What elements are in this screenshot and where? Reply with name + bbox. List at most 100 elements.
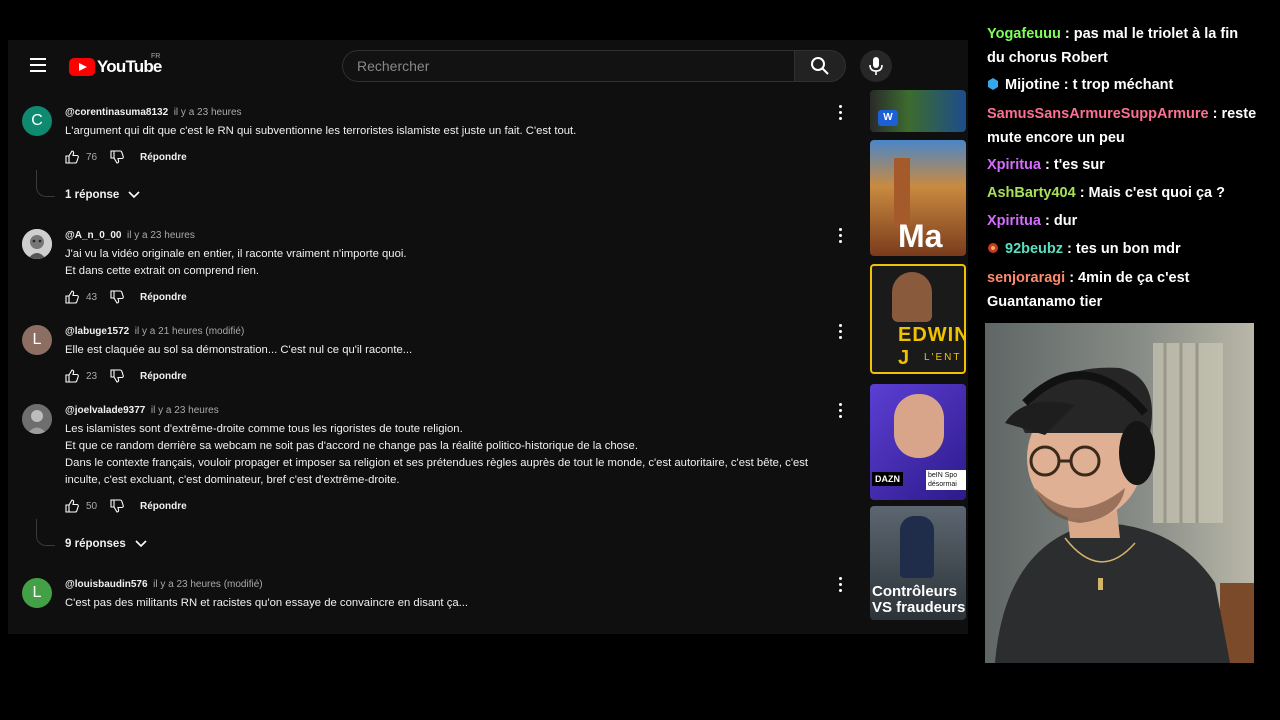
chat-username[interactable]: SamusSansArmureSuppArmure — [987, 106, 1209, 122]
thread-line — [36, 170, 55, 197]
comment-author[interactable]: @joelvalade9377 — [65, 405, 145, 416]
comment-author[interactable]: @louisbaudin576 — [65, 579, 148, 590]
youtube-window: YouTube FR C @corentinasuma8132 — [8, 40, 968, 634]
chat-username[interactable]: Xpiritua — [987, 213, 1041, 229]
comment-author[interactable]: @corentinasuma8132 — [65, 107, 168, 118]
chat-text: : t trop méchant — [1059, 77, 1174, 93]
chat-username[interactable]: Yogafeuuu — [987, 26, 1061, 42]
reply-button[interactable]: Répondre — [140, 501, 187, 512]
avatar[interactable]: L — [22, 325, 52, 355]
comments-section: C @corentinasuma8132 il y a 23 heures L'… — [8, 92, 858, 634]
thumbs-down-icon[interactable] — [110, 150, 124, 164]
verified-badge-icon — [988, 78, 998, 90]
video-thumbnail[interactable]: DAZN beIN Spo désormai — [870, 384, 966, 500]
thumbnail-title: Ma — [898, 218, 943, 254]
thumbnail-title: Contrôleurs VS fraudeurs — [872, 584, 965, 616]
thumbs-up-icon[interactable] — [65, 150, 79, 164]
chat-text: : tes un bon mdr — [1063, 241, 1181, 257]
avatar[interactable]: C — [22, 106, 52, 136]
comment-text: Les islamistes sont d'extrême-droite com… — [65, 421, 845, 489]
thumbnail-subtitle: désormai — [928, 481, 957, 488]
player-figure — [892, 272, 932, 322]
more-options-icon[interactable] — [834, 228, 846, 244]
chat-message: 92beubz : tes un bon mdr — [987, 237, 1257, 261]
comment-time[interactable]: il y a 23 heures — [127, 230, 195, 241]
comment-header: @A_n_0_00 il y a 23 heures — [65, 230, 195, 241]
logo-country: FR — [151, 53, 161, 60]
comment-text: L'argument qui dit que c'est le RN qui s… — [65, 123, 845, 140]
comment-actions: 76 Répondre — [65, 149, 187, 165]
dazn-badge: DAZN — [872, 472, 903, 486]
comment-time[interactable]: il y a 23 heures (modifié) — [153, 579, 263, 590]
chat-username[interactable]: 92beubz — [1005, 241, 1063, 257]
thumbs-down-icon[interactable] — [110, 290, 124, 304]
replies-toggle[interactable]: 9 réponses — [65, 538, 148, 550]
thumbs-down-icon[interactable] — [110, 369, 124, 383]
chat-message: SamusSansArmureSuppArmure : reste mute e… — [987, 102, 1257, 150]
chat-message: Mijotine : t trop méchant — [987, 73, 1257, 97]
chat-username[interactable]: Xpiritua — [987, 157, 1041, 173]
more-options-icon[interactable] — [834, 403, 846, 419]
like-count: 50 — [86, 500, 98, 512]
more-options-icon[interactable] — [834, 324, 846, 340]
more-options-icon[interactable] — [834, 577, 846, 593]
comment-header: @louisbaudin576 il y a 23 heures (modifi… — [65, 579, 263, 590]
more-options-icon[interactable] — [834, 105, 846, 121]
chevron-down-icon — [135, 540, 147, 548]
comment-header: @corentinasuma8132 il y a 23 heures — [65, 107, 242, 118]
replies-toggle[interactable]: 1 réponse — [65, 189, 141, 201]
chat-text: : Mais c'est quoi ça ? — [1075, 185, 1225, 201]
thumbs-down-icon[interactable] — [110, 499, 124, 513]
thumbs-up-icon[interactable] — [65, 499, 79, 513]
chat-username[interactable]: AshBarty404 — [987, 185, 1076, 201]
thumbnail-title-line: Contrôleurs — [872, 583, 958, 600]
comment-line: Les islamistes sont d'extrême-droite com… — [65, 423, 463, 435]
video-thumbnail[interactable]: EDWIN J L'ENT — [870, 264, 966, 374]
chat-username[interactable]: Mijotine — [1005, 77, 1060, 93]
comment-header: @joelvalade9377 il y a 23 heures — [65, 405, 219, 416]
comment-line: Et dans cette extrait on comprend rien. — [65, 265, 260, 277]
video-thumbnail[interactable]: Ma — [870, 140, 966, 256]
avatar[interactable] — [22, 404, 52, 434]
avatar-photo-icon — [22, 404, 52, 434]
chevron-down-icon — [128, 191, 140, 199]
search-icon — [811, 57, 829, 75]
menu-icon[interactable] — [30, 58, 46, 72]
comment-actions: 43 Répondre — [65, 289, 187, 305]
comment-text: C'est pas des militants RN et racistes q… — [65, 595, 845, 612]
chat-text: : t'es sur — [1040, 157, 1105, 173]
comment-author[interactable]: @labuge1572 — [65, 326, 129, 337]
youtube-play-icon — [69, 58, 95, 76]
comment-line: C'est pas des militants RN et racistes q… — [65, 597, 469, 609]
comment-actions: 23 Répondre — [65, 368, 187, 384]
search-button[interactable] — [794, 50, 846, 82]
search-input[interactable] — [343, 51, 791, 81]
search-box — [342, 50, 794, 82]
chat-message: senjoraragi : 4min de ça c'est Guantanam… — [987, 266, 1257, 314]
reply-button[interactable]: Répondre — [140, 292, 187, 303]
comment-text: Elle est claquée au sol sa démonstration… — [65, 342, 845, 359]
thumbs-up-icon[interactable] — [65, 290, 79, 304]
comment-time[interactable]: il y a 23 heures — [151, 405, 219, 416]
comment-line: Et que ce random derrière sa webcam ne s… — [65, 440, 638, 452]
comment-time[interactable]: il y a 21 heures (modifié) — [135, 326, 245, 337]
chat-message: Xpiritua : dur — [987, 209, 1257, 233]
comment-time[interactable]: il y a 23 heures — [174, 107, 242, 118]
comment-author[interactable]: @A_n_0_00 — [65, 230, 121, 241]
like-count: 76 — [86, 151, 98, 163]
youtube-logo[interactable]: YouTube FR — [69, 53, 162, 77]
thumbnail-title: beIN Spo — [928, 472, 958, 479]
video-thumbnail[interactable]: Contrôleurs VS fraudeurs — [870, 506, 966, 620]
reply-button[interactable]: Répondre — [140, 371, 187, 382]
comment-line: Dans le contexte français, vouloir propa… — [65, 457, 809, 469]
video-thumbnail[interactable]: W — [870, 90, 966, 132]
comment-line: Elle est claquée au sol sa démonstration… — [65, 344, 413, 356]
avatar[interactable]: L — [22, 578, 52, 608]
thumbnail-title-line: VS fraudeurs — [872, 599, 966, 616]
chat-username[interactable]: senjoraragi — [987, 270, 1065, 286]
thumbs-up-icon[interactable] — [65, 369, 79, 383]
reply-button[interactable]: Répondre — [140, 152, 187, 163]
replies-label: 1 réponse — [65, 189, 120, 201]
chat-message: AshBarty404 : Mais c'est quoi ça ? — [987, 181, 1257, 205]
avatar[interactable] — [22, 229, 52, 259]
